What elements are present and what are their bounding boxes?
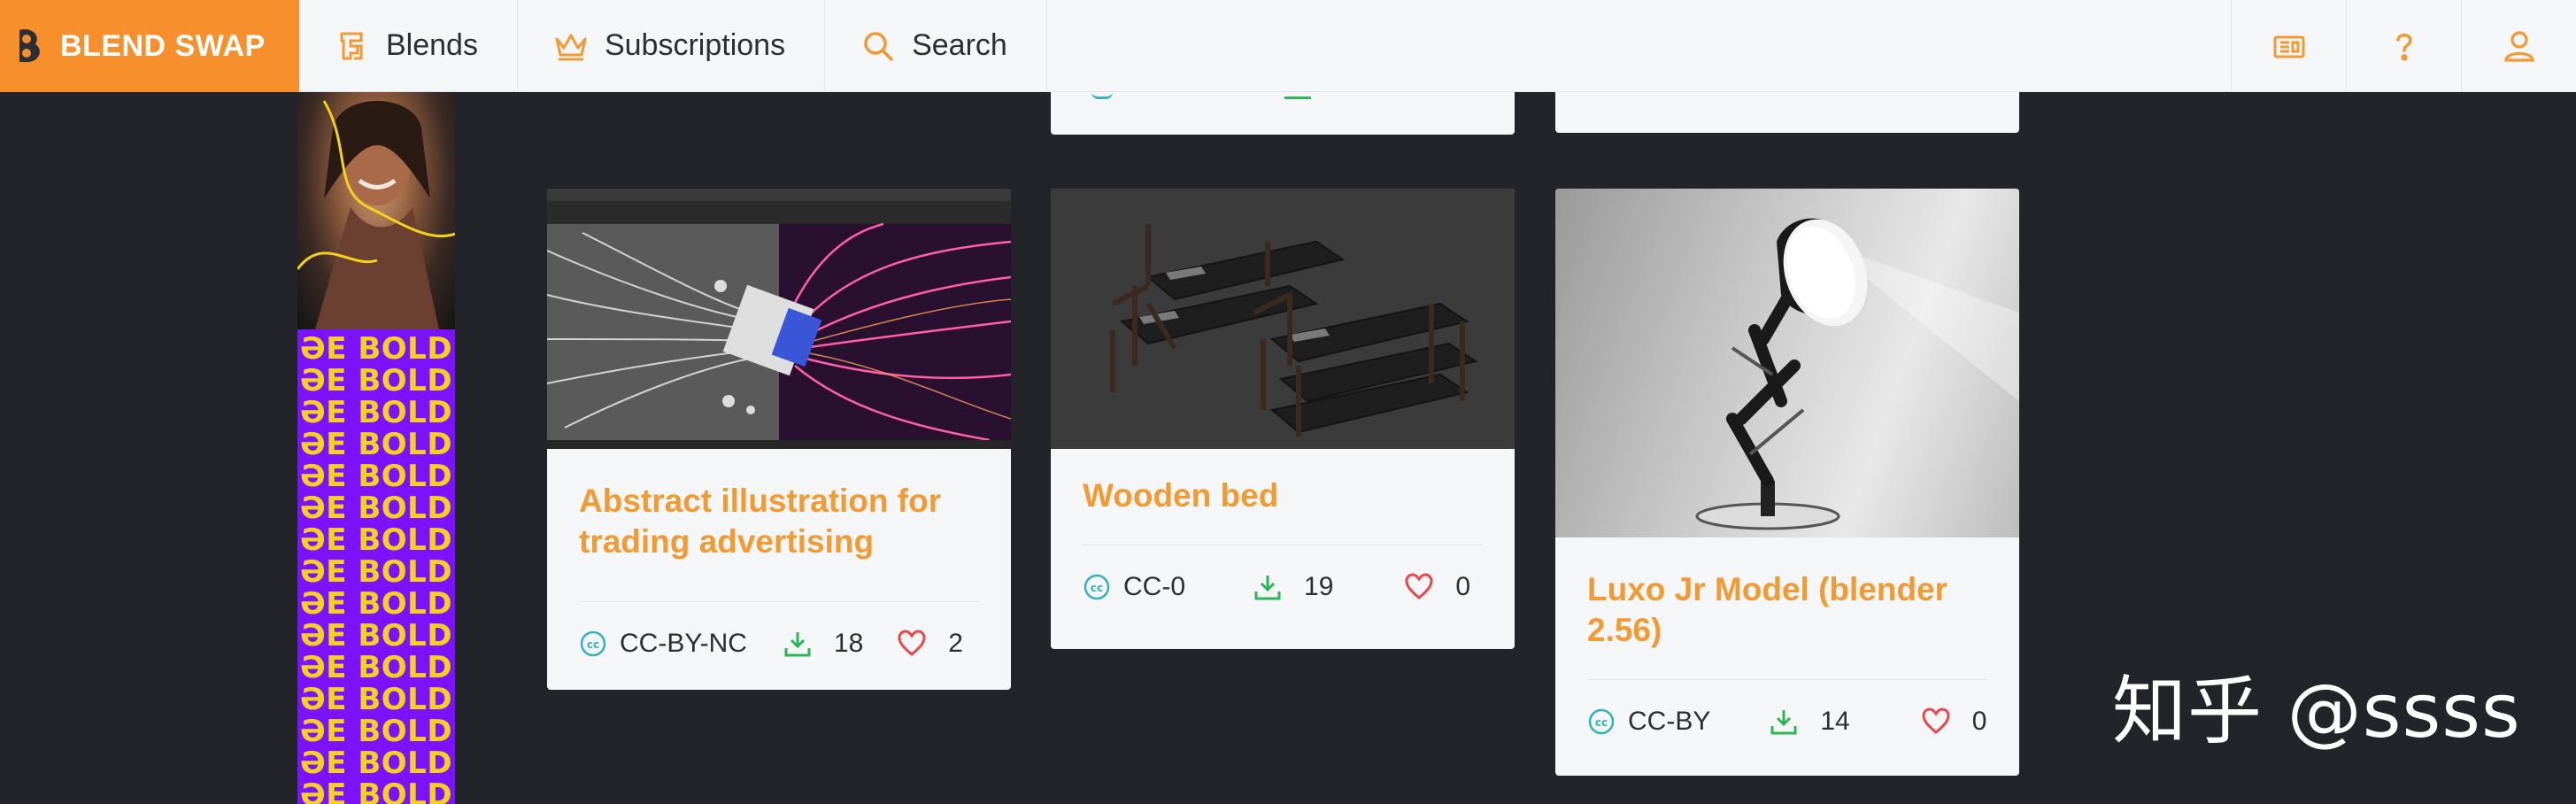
downloads-value: 18 xyxy=(833,629,864,658)
blend-title[interactable]: Abstract illustration for trading advert… xyxy=(547,481,1011,562)
news-button[interactable] xyxy=(2231,0,2346,92)
ad-text-line: ƏE BOLD xyxy=(299,491,453,526)
nav-search[interactable]: Search xyxy=(825,0,1047,91)
heart-icon xyxy=(1922,707,1950,734)
ad-text-line: ƏE BOLD xyxy=(299,427,453,462)
newspaper-icon xyxy=(2273,35,2304,58)
like-count[interactable]: 2 xyxy=(897,629,963,659)
license-label: CC-BY xyxy=(1628,707,1711,736)
advertisement-banner[interactable]: ƏE BOLD ƏE BOLD ƏE BOLD ƏE BOLD ƏE BOLD … xyxy=(297,92,455,804)
blend-meta: cc CC-0 19 0 xyxy=(1051,572,1515,602)
nav-subscriptions[interactable]: Subscriptions xyxy=(518,0,826,91)
help-button[interactable] xyxy=(2346,0,2461,92)
likes-value: 2 xyxy=(948,629,963,658)
search-icon xyxy=(860,28,896,64)
like-count[interactable]: 0 xyxy=(1404,572,1470,602)
blends-icon xyxy=(335,28,370,64)
heart-icon xyxy=(898,630,926,656)
svg-text:cc: cc xyxy=(587,638,599,651)
account-button[interactable] xyxy=(2461,0,2576,92)
ad-text-line: ƏE BOLD xyxy=(299,395,453,430)
blend-title-line: 2.56) xyxy=(1587,612,1662,648)
download-count: 14 xyxy=(1769,707,1850,737)
ad-text-line: ƏE BOLD xyxy=(299,554,453,590)
ad-text-line: ƏE BOLD xyxy=(299,714,453,749)
blend-meta: cc CC-BY-NC 18 2 xyxy=(547,629,1011,659)
creative-commons-icon: cc xyxy=(1588,708,1615,735)
download-icon xyxy=(1254,576,1281,600)
nav-subscriptions-label: Subscriptions xyxy=(604,28,786,62)
ad-text-line: ƏE BOLD xyxy=(299,586,453,622)
download-count: 18 xyxy=(783,629,863,659)
ad-text-line: ƏE BOLD xyxy=(299,459,453,494)
blend-title[interactable]: Wooden bed xyxy=(1051,475,1515,516)
download-icon xyxy=(784,632,811,657)
likes-value: 0 xyxy=(1971,707,1987,736)
like-count[interactable]: 0 xyxy=(1921,707,1987,737)
ad-text-line: ƏE BOLD xyxy=(299,777,453,804)
download-icon xyxy=(1284,92,1311,99)
blend-title-line: trading advertising xyxy=(579,523,875,560)
blend-title-line: Luxo Jr Model (blender xyxy=(1587,571,1948,607)
downloads-value: 19 xyxy=(1304,572,1334,601)
top-navigation-bar: BLEND SWAP Blends Subscriptions Search xyxy=(0,0,2576,92)
license-info: cc CC-0 xyxy=(1083,572,1185,602)
user-icon xyxy=(2503,31,2534,62)
blend-card-partial[interactable] xyxy=(1555,92,2019,133)
blend-thumbnail[interactable] xyxy=(1555,189,2019,537)
nav-search-label: Search xyxy=(912,28,1007,62)
svg-text:cc: cc xyxy=(1091,582,1103,594)
blend-thumbnail[interactable] xyxy=(1051,189,1515,449)
creative-commons-icon: cc xyxy=(1084,574,1110,600)
watermark-text: 知乎 @ssss xyxy=(2112,668,2521,754)
ad-text-line: ƏE BOLD xyxy=(299,682,453,717)
blend-card[interactable]: Luxo Jr Model (blender 2.56) cc CC-BY 14… xyxy=(1555,189,2019,776)
download-count: 19 xyxy=(1253,572,1333,602)
blend-card[interactable]: Wooden bed cc CC-0 19 0 xyxy=(1051,189,1515,649)
ad-text-line: ƏE BOLD xyxy=(299,650,453,685)
blend-thumbnail[interactable] xyxy=(547,189,1011,449)
nav-blends-label: Blends xyxy=(386,28,478,62)
blend-title-line: Abstract illustration for xyxy=(579,483,942,519)
svg-text:cc: cc xyxy=(1595,716,1608,729)
nav-blends[interactable]: Blends xyxy=(299,0,518,91)
creative-commons-icon: cc xyxy=(580,630,606,657)
blend-card-partial[interactable] xyxy=(1051,92,1515,135)
license-info: cc CC-BY xyxy=(1587,707,1710,737)
ad-text-line: ƏE BOLD xyxy=(299,331,453,367)
ad-text-line: ƏE BOLD xyxy=(299,618,453,653)
crown-icon xyxy=(553,28,589,64)
downloads-value: 14 xyxy=(1820,707,1850,736)
ad-text-line: ƏE BOLD xyxy=(299,363,453,398)
ad-be-bold-pattern: ƏE BOLD ƏE BOLD ƏE BOLD ƏE BOLD ƏE BOLD … xyxy=(297,329,455,804)
brand-logo-link[interactable]: BLEND SWAP xyxy=(0,0,299,92)
license-label: CC-0 xyxy=(1123,572,1186,601)
likes-value: 0 xyxy=(1455,572,1471,601)
download-icon xyxy=(1770,710,1797,735)
license-info: cc CC-BY-NC xyxy=(579,629,747,659)
blend-meta: cc CC-BY 14 0 xyxy=(1555,707,2019,737)
ad-text-line: ƏE BOLD xyxy=(299,522,453,558)
license-icon xyxy=(1091,92,1113,99)
ad-text-line: ƏE BOLD xyxy=(299,746,453,781)
help-icon xyxy=(2395,34,2412,61)
blendswap-logo-icon xyxy=(11,23,46,69)
heart-icon xyxy=(1405,573,1433,599)
blend-title-line: Wooden bed xyxy=(1083,477,1279,514)
license-label: CC-BY-NC xyxy=(620,629,747,658)
brand-name: BLEND SWAP xyxy=(60,28,266,63)
ad-photo xyxy=(297,92,455,329)
blend-title[interactable]: Luxo Jr Model (blender 2.56) xyxy=(1555,569,2019,651)
blend-card[interactable]: Abstract illustration for trading advert… xyxy=(547,189,1011,690)
